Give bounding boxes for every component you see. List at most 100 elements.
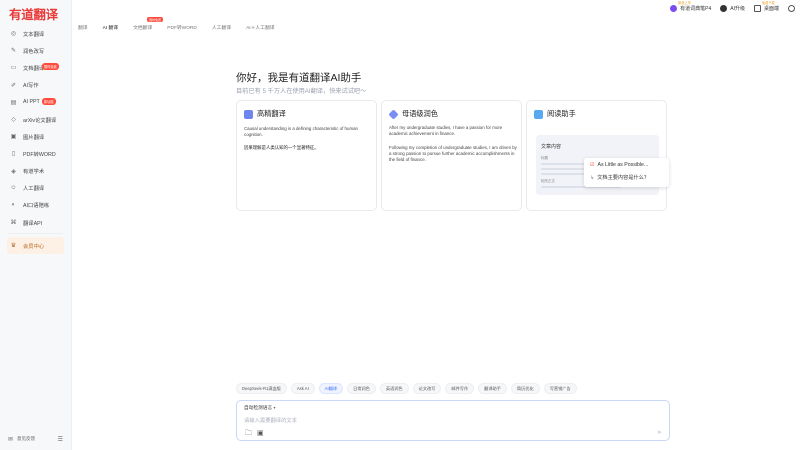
- chip-marketing[interactable]: 写营销广告: [543, 383, 577, 394]
- sidebar-item-label: 图片翻译: [23, 134, 45, 141]
- sidebar-footer: ✉ 意见反馈 ☰: [0, 432, 71, 446]
- question-text: As Little as Possible...: [597, 162, 649, 168]
- sidebar-item-label: PDF转WORD: [23, 151, 56, 158]
- question-item[interactable]: ☑ As Little as Possible...: [590, 162, 648, 168]
- settings-link[interactable]: [788, 5, 798, 12]
- app-window: 有道翻译 ◎ 文本翻译 ✎ 润色改写 ▭ 文档翻译 限时免费 ✐ AI写作 ▤ …: [0, 0, 800, 450]
- chip-paper-rewrite[interactable]: 论文改写: [412, 383, 442, 394]
- collapse-sidebar-icon[interactable]: ☰: [58, 436, 63, 443]
- chevron-down-icon: ▾: [273, 405, 276, 410]
- tab-pdf-word[interactable]: PDF转WORD: [167, 24, 197, 31]
- dictpen-link[interactable]: 有道词典笔P4 新品上市: [670, 1, 712, 12]
- desktop-label: 桌面端: [763, 6, 779, 12]
- sidebar-item-polish[interactable]: ✎ 润色改写: [0, 42, 71, 59]
- sidebar-item-speak[interactable]: ◐ AI口语陪练: [0, 197, 71, 214]
- sidebar-item-label: 人工翻译: [23, 186, 45, 193]
- ai-upgrade-label: AI升级: [730, 6, 745, 12]
- card-example-cn: 因果理解是人类认知的一个显著特征。: [244, 145, 319, 150]
- doc-section-label: 标题: [541, 156, 548, 160]
- feedback-icon: ✉: [8, 436, 14, 443]
- language-select[interactable]: 自动检测语言 ▾: [244, 405, 275, 411]
- folder-icon[interactable]: 🗀: [245, 429, 252, 440]
- chip-translate-assistant[interactable]: 翻译助手: [478, 383, 507, 394]
- settings-icon: [788, 5, 795, 12]
- sidebar-item-ai-write[interactable]: ✐ AI写作: [0, 77, 71, 94]
- page-subtitle: 目前已有 5 千万人在使用AI翻译，快来试试吧～: [236, 88, 367, 95]
- desktop-icon: [753, 5, 761, 12]
- text-translate-icon: ◎: [10, 31, 17, 38]
- check-icon: ☑: [590, 162, 595, 168]
- sidebar-item-api[interactable]: ⌘ 翻译API: [0, 214, 71, 231]
- tab-document[interactable]: 文档翻译 限时免费: [133, 17, 164, 31]
- sidebar-item-label: AI口语陪练: [23, 203, 50, 210]
- chip-resume[interactable]: 简历优化: [510, 383, 540, 394]
- chip-ask-ai[interactable]: Ask AI: [290, 383, 315, 394]
- prompt-chips: DeepSeek-R1满血版 Ask AI AI翻译 日常润色 英语润色 论文改…: [236, 383, 581, 394]
- card-reading-assistant[interactable]: 阅读助手 文章内容 标题 相关正文 ☑ As Little as Possibl…: [526, 100, 669, 211]
- tab-human[interactable]: 人工翻译: [212, 24, 231, 31]
- academic-icon: ◈: [11, 168, 16, 175]
- card-native-polish[interactable]: 母语级润色 After my undergraduate studies, I …: [381, 100, 522, 211]
- sidebar-item-label: arXiv论文翻译: [23, 117, 57, 124]
- card-header: 母语级润色: [388, 108, 438, 120]
- desktop-link[interactable]: 桌面端 免费下载: [753, 1, 779, 12]
- sidebar-item-pdf[interactable]: ▯ PDF转WORD: [0, 145, 71, 162]
- pen-icon: [388, 108, 399, 120]
- chip-email-writing[interactable]: 邮件写作: [445, 383, 475, 394]
- sidebar-item-ai-ppt[interactable]: ▤ AI PPT 新功能: [0, 94, 71, 111]
- ai-upgrade-link[interactable]: AI升级: [720, 5, 745, 12]
- sidebar-item-academic[interactable]: ◈ 有道学术: [0, 163, 71, 180]
- tab-ai-human[interactable]: AI＋人工翻译: [246, 24, 275, 31]
- human-icon: ☺: [10, 185, 17, 192]
- question-item[interactable]: ↳ 文档主要内容是什么？: [590, 174, 650, 182]
- card-header: 阅读助手: [534, 109, 576, 119]
- free-download-tag: 免费下载: [761, 1, 775, 5]
- dictpen-icon: [670, 5, 678, 12]
- new-product-tag: 新品上市: [678, 1, 691, 5]
- doc-title: 文章内容: [541, 144, 562, 150]
- chip-deepseek[interactable]: DeepSeek-R1满血版: [236, 383, 287, 394]
- sidebar-item-arxiv[interactable]: ◇ arXiv论文翻译: [0, 111, 71, 128]
- sidebar-item-label: AI写作: [23, 83, 39, 90]
- card-high-precision[interactable]: 高精翻译 Causal understanding is a defining …: [236, 100, 377, 211]
- dictpen-label: 有道词典笔P4: [680, 6, 712, 12]
- sidebar-item-document[interactable]: ▭ 文档翻译 限时免费: [0, 59, 71, 76]
- avatar-icon: [720, 5, 728, 12]
- tab-translate[interactable]: 翻译: [78, 24, 88, 31]
- chip-english-polish[interactable]: 英语润色: [379, 383, 409, 394]
- question-popup: ☑ As Little as Possible... ↳ 文档主要内容是什么？: [584, 158, 669, 187]
- sidebar-item-text-translate[interactable]: ◎ 文本翻译: [0, 25, 71, 42]
- sidebar-divider: [8, 233, 63, 235]
- translate-input[interactable]: [244, 416, 654, 425]
- feedback-link[interactable]: 意见反馈: [17, 436, 35, 442]
- tab-label: 文档翻译: [133, 26, 153, 31]
- free-badge: 限时免费: [147, 17, 164, 22]
- send-icon[interactable]: ➤: [657, 429, 662, 436]
- chip-ai-translate[interactable]: AI翻译: [318, 383, 344, 394]
- sidebar-item-image[interactable]: ▣ 图片翻译: [0, 128, 71, 145]
- chip-daily-polish[interactable]: 日常润色: [347, 383, 376, 394]
- topbar: 翻译 AI 翻译 文档翻译 限时免费 PDF转WORD 人工翻译 AI＋人工翻译…: [72, 0, 800, 34]
- image-icon: ▣: [10, 134, 17, 141]
- card-title: 高精翻译: [257, 109, 286, 118]
- doc-section-label: 相关正文: [541, 179, 555, 183]
- card-example-before: After my undergraduate studies, I have a…: [389, 125, 503, 136]
- pdf-icon: ▯: [11, 151, 16, 158]
- card-header: 高精翻译: [244, 109, 286, 119]
- book-icon: [534, 109, 543, 119]
- vip-icon: ♛: [10, 243, 17, 250]
- ai-write-icon: ✐: [10, 82, 17, 89]
- sidebar-item-human[interactable]: ☺ 人工翻译: [0, 180, 71, 197]
- sidebar-item-label: 有道学术: [23, 169, 45, 176]
- translate-icon: [244, 109, 253, 119]
- speak-icon: ◐: [11, 202, 16, 209]
- question-text: 文档主要内容是什么？: [597, 175, 650, 181]
- app-logo[interactable]: 有道翻译: [9, 4, 58, 23]
- card-example-en: Causal understanding is a defining chara…: [244, 126, 358, 137]
- sidebar-item-vip[interactable]: ♛ 会员中心: [7, 237, 64, 255]
- tab-ai-translate[interactable]: AI 翻译: [103, 24, 118, 31]
- image-upload-icon[interactable]: ▣: [257, 429, 264, 437]
- reader-preview: 文章内容 标题 相关正文 ☑ As Little as Possible... …: [536, 135, 669, 195]
- sidebar-item-label: AI PPT: [23, 99, 40, 106]
- sidebar-item-label: 润色改写: [23, 48, 45, 55]
